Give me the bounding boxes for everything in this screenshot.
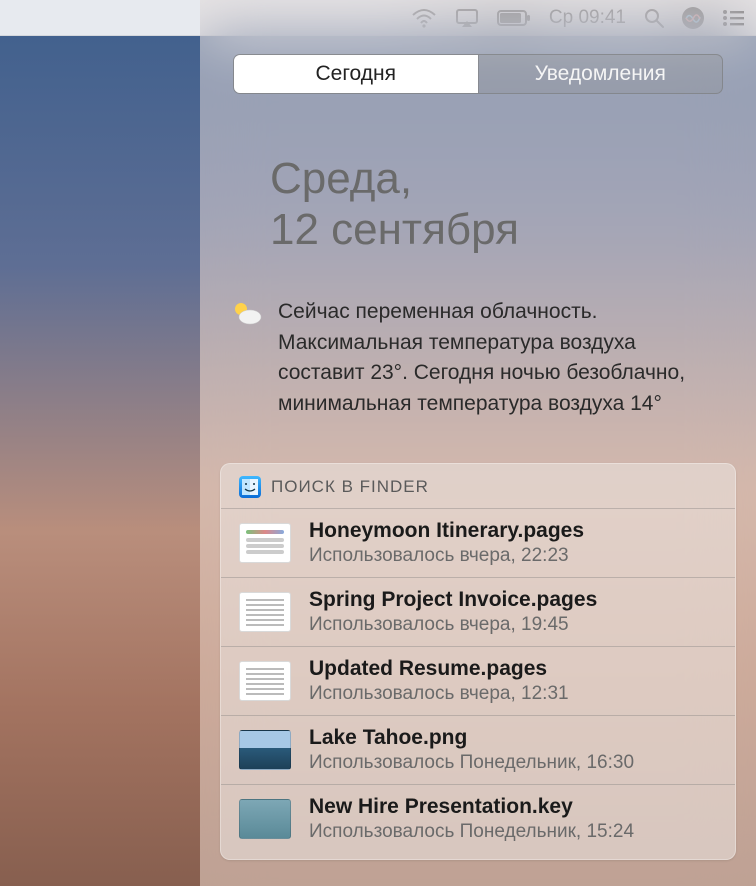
finder-result-row[interactable]: Honeymoon Itinerary.pages Использовалось… xyxy=(221,508,735,577)
tab-notifications[interactable]: Уведомления xyxy=(478,55,723,93)
finder-result-row[interactable]: New Hire Presentation.key Использовалось… xyxy=(221,784,735,853)
desktop-background xyxy=(0,0,200,886)
file-subtext: Использовалось вчера, 12:31 xyxy=(309,683,569,705)
file-subtext: Использовалось вчера, 19:45 xyxy=(309,614,597,636)
file-subtext: Использовалось Понедельник, 16:30 xyxy=(309,752,634,774)
weather-text: Сейчас переменная облачность. Максимальн… xyxy=(278,297,726,419)
file-name: New Hire Presentation.key xyxy=(309,795,634,819)
finder-icon xyxy=(239,476,261,498)
file-name: Honeymoon Itinerary.pages xyxy=(309,519,584,543)
weather-partly-cloudy-icon xyxy=(230,299,264,419)
file-thumbnail-icon xyxy=(239,592,291,632)
finder-result-row[interactable]: Lake Tahoe.png Использовалось Понедельни… xyxy=(221,715,735,784)
notification-center-panel: Сегодня Уведомления Среда, 12 сентября С… xyxy=(200,0,756,886)
file-subtext: Использовалось Понедельник, 15:24 xyxy=(309,821,634,843)
file-name: Spring Project Invoice.pages xyxy=(309,588,597,612)
finder-widget-header: ПОИСК В FINDER xyxy=(221,464,735,508)
file-thumbnail-icon xyxy=(239,730,291,770)
file-thumbnail-icon xyxy=(239,799,291,839)
file-thumbnail-icon xyxy=(239,523,291,563)
today-date: Среда, 12 сентября xyxy=(270,154,756,255)
tab-switcher: Сегодня Уведомления xyxy=(233,54,723,94)
date-line-2: 12 сентября xyxy=(270,205,756,256)
finder-search-widget: ПОИСК В FINDER Honeymoon Itinerary.pages… xyxy=(220,463,736,860)
finder-result-row[interactable]: Updated Resume.pages Использовалось вчер… xyxy=(221,646,735,715)
finder-widget-title: ПОИСК В FINDER xyxy=(271,477,429,497)
date-line-1: Среда, xyxy=(270,154,756,205)
finder-result-row[interactable]: Spring Project Invoice.pages Использовал… xyxy=(221,577,735,646)
file-subtext: Использовалось вчера, 22:23 xyxy=(309,545,584,567)
tab-today[interactable]: Сегодня xyxy=(234,55,478,93)
file-name: Updated Resume.pages xyxy=(309,657,569,681)
file-thumbnail-icon xyxy=(239,661,291,701)
weather-widget[interactable]: Сейчас переменная облачность. Максимальн… xyxy=(230,297,726,419)
file-name: Lake Tahoe.png xyxy=(309,726,634,750)
